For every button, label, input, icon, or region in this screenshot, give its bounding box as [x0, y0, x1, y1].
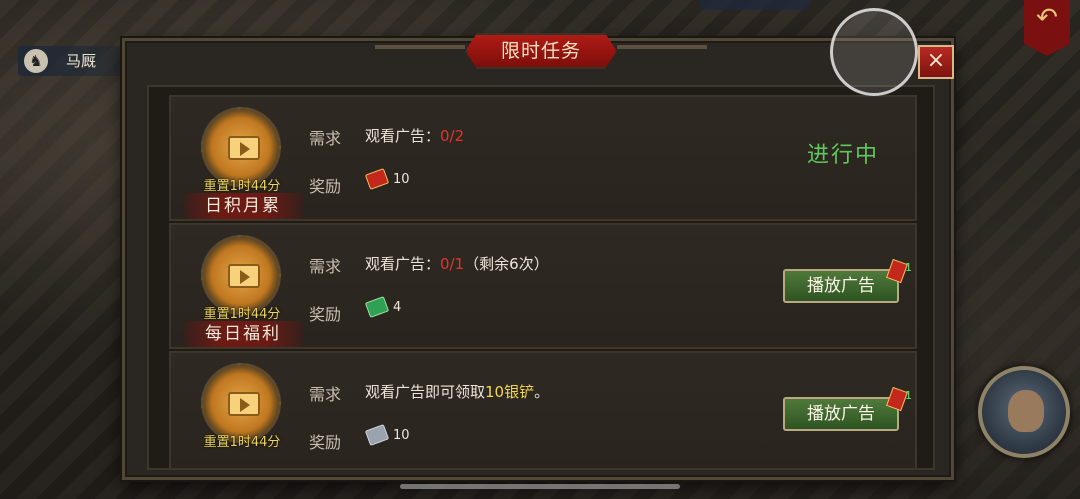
- avatar[interactable]: [978, 366, 1070, 458]
- requirement-progress: 0/2: [440, 127, 465, 145]
- requirement-label: 需求: [309, 129, 342, 148]
- task-card: 重置1时44分 日积月累 需求 观看广告：0/2 奖励 10 进行中: [169, 95, 917, 221]
- play-ad-button[interactable]: 播放广告: [783, 397, 899, 431]
- requirement-label: 需求: [309, 257, 342, 276]
- task-name: 日积月累: [183, 193, 303, 219]
- reward-label: 奖励: [309, 177, 342, 196]
- reset-timer: 重置1时44分: [203, 179, 281, 194]
- reward: 4: [364, 296, 402, 318]
- red-envelope-icon: [364, 168, 390, 190]
- horse-icon: ♞: [24, 49, 48, 73]
- task-card: 重置1时44分 每日福利 需求 观看广告：0/1（剩余6次） 奖励 4 播放广告…: [169, 223, 917, 349]
- requirement-highlight: 10银铲: [485, 383, 535, 401]
- reset-timer: 重置1时44分: [203, 307, 281, 322]
- task-list[interactable]: 重置1时44分 日积月累 需求 观看广告：0/2 奖励 10 进行中 重置1时4…: [147, 85, 935, 470]
- stable-tag[interactable]: ♞ 马厩: [18, 46, 128, 76]
- requirement-progress: 0/1: [440, 255, 465, 273]
- reward-value: 10: [393, 171, 410, 187]
- title-ornament-right: [617, 45, 707, 49]
- requirement-suffix: 。: [534, 383, 550, 401]
- title-ornament-left: [375, 45, 465, 49]
- button-badge-count: 1: [905, 261, 912, 274]
- button-badge-count: 1: [905, 389, 912, 402]
- reset-timer: 重置1时44分: [203, 435, 281, 450]
- requirement-text: 观看广告即可领取10银铲。: [365, 381, 549, 402]
- requirement-prefix: 观看广告即可领取: [365, 383, 486, 401]
- requirement-prefix: 观看广告：: [365, 127, 441, 145]
- requirement-prefix: 观看广告：: [365, 255, 441, 273]
- task-card: 重置1时44分 需求 观看广告即可领取10银铲。 奖励 10 播放广告 1: [169, 351, 917, 468]
- home-indicator-bar: [400, 484, 680, 489]
- touch-indicator: [830, 8, 918, 96]
- requirement-label: 需求: [309, 385, 342, 404]
- reward: 10: [364, 168, 410, 190]
- limited-tasks-dialog: 限时任务 × 重置1时44分 日积月累 需求 观看广告：0/2 奖励 10 进行…: [122, 33, 954, 480]
- reward: 10: [364, 424, 410, 446]
- reward-value: 4: [393, 299, 402, 315]
- play-ad-button[interactable]: 播放广告: [783, 269, 899, 303]
- reward-label: 奖励: [309, 305, 342, 324]
- stable-label: 马厩: [66, 52, 97, 70]
- requirement-text: 观看广告：0/2: [365, 125, 464, 146]
- reward-label: 奖励: [309, 433, 342, 452]
- top-center-tag: [700, 0, 810, 10]
- silver-shovel-icon: [364, 424, 390, 446]
- task-name: 每日福利: [183, 321, 303, 347]
- dialog-title: 限时任务: [465, 33, 617, 69]
- requirement-text: 观看广告：0/1（剩余6次）: [365, 253, 549, 274]
- status-in-progress: 进行中: [807, 143, 880, 168]
- requirement-suffix: （剩余6次）: [464, 255, 549, 273]
- green-ticket-icon: [364, 296, 390, 318]
- reward-value: 10: [393, 427, 410, 443]
- close-button[interactable]: ×: [918, 45, 954, 79]
